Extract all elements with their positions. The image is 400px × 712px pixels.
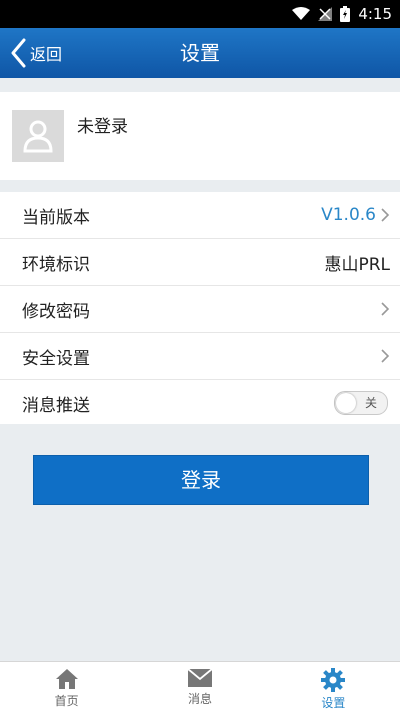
row-change-password-right — [380, 301, 390, 317]
profile-name: 未登录 — [77, 117, 128, 137]
app-header: 返回 设置 — [0, 28, 400, 78]
avatar — [12, 110, 64, 162]
chevron-right-icon — [381, 302, 390, 316]
tab-messages[interactable]: 消息 — [133, 662, 266, 712]
row-security[interactable]: 安全设置 — [0, 333, 400, 380]
wifi-icon — [292, 7, 311, 20]
row-push-right: 关 — [334, 391, 390, 415]
person-icon — [23, 120, 53, 153]
page-title: 设置 — [180, 41, 220, 65]
row-security-right — [380, 348, 390, 364]
home-icon — [55, 669, 78, 689]
row-environment-right: 惠山PRL — [324, 250, 390, 275]
row-version[interactable]: 当前版本 V1.0.6 — [0, 192, 400, 239]
row-push: 消息推送 关 — [0, 380, 400, 426]
row-push-label: 消息推送 — [22, 395, 90, 416]
tab-settings-label: 设置 — [321, 696, 346, 710]
push-toggle[interactable]: 关 — [334, 391, 388, 415]
version-value: V1.0.6 — [321, 205, 376, 225]
row-security-label: 安全设置 — [22, 348, 90, 369]
status-icons: 4:15 — [292, 0, 392, 28]
chevron-right-icon — [381, 208, 390, 222]
row-environment: 环境标识 惠山PRL — [0, 239, 400, 286]
mail-icon — [187, 668, 213, 687]
tab-home[interactable]: 首页 — [0, 662, 133, 712]
battery-icon — [340, 6, 351, 22]
row-change-password[interactable]: 修改密码 — [0, 286, 400, 333]
status-bar: 4:15 — [0, 0, 400, 28]
tab-settings[interactable]: 设置 — [267, 662, 400, 712]
row-version-label: 当前版本 — [22, 207, 90, 228]
profile-card[interactable]: 未登录 — [0, 92, 400, 180]
tab-messages-label: 消息 — [187, 692, 212, 706]
row-version-right: V1.0.6 — [321, 205, 390, 225]
gear-icon — [321, 668, 346, 692]
login-button[interactable]: 登录 — [33, 455, 369, 505]
environment-value: 惠山PRL — [324, 254, 390, 275]
chevron-right-icon — [381, 349, 390, 363]
tab-home-label: 首页 — [54, 694, 79, 708]
toggle-label: 关 — [364, 396, 377, 410]
toggle-knob — [336, 393, 356, 413]
tab-bar: 首页 消息 设置 — [0, 661, 400, 712]
row-change-password-label: 修改密码 — [22, 301, 90, 322]
row-environment-label: 环境标识 — [22, 254, 90, 275]
settings-list: 当前版本 V1.0.6 环境标识 惠山PRL 修改密码 安全设置 消息推送 关 — [0, 192, 400, 424]
signal-icon — [318, 7, 333, 21]
status-time: 4:15 — [358, 5, 392, 23]
